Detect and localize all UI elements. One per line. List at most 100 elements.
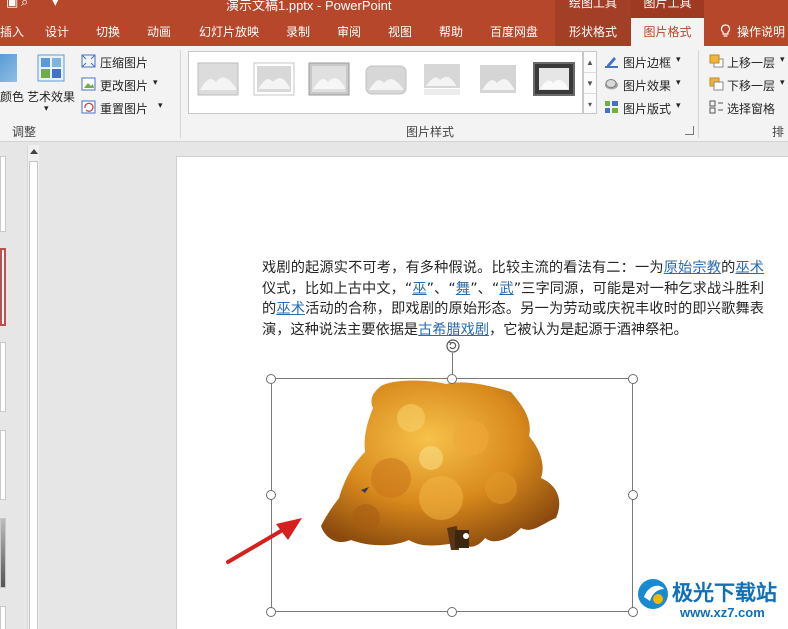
bring-forward-button[interactable]: 上移一层 xyxy=(727,54,775,71)
slide-thumbnail-pane xyxy=(0,142,47,629)
hyperlink[interactable]: 舞 xyxy=(456,281,470,297)
hyperlink[interactable]: 巫术 xyxy=(276,301,305,317)
slide-body-text[interactable]: 戏剧的起源实不可考，有多种假说。比较主流的看法有二：一为原始宗教的巫术仪式，比如… xyxy=(262,258,764,340)
hyperlink[interactable]: 原始宗教 xyxy=(664,260,721,276)
change-picture-dropdown-icon[interactable]: ▾ xyxy=(153,77,158,88)
customize-toolbar-icon[interactable]: ▾ xyxy=(52,0,59,10)
resize-handle[interactable] xyxy=(266,607,276,617)
picture-styles-gallery[interactable] xyxy=(188,51,583,114)
send-backward-dropdown-icon[interactable]: ▾ xyxy=(780,77,785,88)
style-thumbnail[interactable] xyxy=(365,62,407,96)
picture-border-dropdown-icon[interactable]: ▾ xyxy=(676,54,681,65)
picture-effects-icon[interactable] xyxy=(604,77,619,91)
color-icon[interactable] xyxy=(0,54,17,82)
picture-border-button[interactable]: 图片边框 xyxy=(623,54,671,71)
send-backward-icon[interactable] xyxy=(709,77,724,91)
compress-pictures-icon[interactable] xyxy=(81,54,96,68)
resize-handle[interactable] xyxy=(628,374,638,384)
selection-pane-icon[interactable] xyxy=(709,100,724,114)
watermark: 极光下载站 www.xz7.com xyxy=(628,573,788,629)
search-icon[interactable]: ⌕ xyxy=(21,0,28,10)
artistic-effects-label[interactable]: 艺术效果 xyxy=(27,88,75,105)
slide-thumbnail[interactable] xyxy=(0,156,6,232)
picture-border-icon[interactable] xyxy=(604,54,619,68)
compress-pictures-button[interactable]: 压缩图片 xyxy=(100,54,148,71)
tab-view[interactable]: 视图 xyxy=(388,18,412,46)
dialog-launcher-icon[interactable] xyxy=(685,126,694,135)
resize-handle[interactable] xyxy=(266,374,276,384)
hyperlink[interactable]: 古希腊戏剧 xyxy=(418,322,489,338)
group-separator xyxy=(698,50,699,138)
slide-thumbnail[interactable] xyxy=(0,430,6,500)
resize-handle[interactable] xyxy=(447,374,457,384)
gallery-down-icon[interactable]: ▼ xyxy=(584,73,596,94)
slide-thumbnail[interactable] xyxy=(0,606,6,629)
artistic-effects-icon[interactable] xyxy=(37,54,65,82)
hyperlink[interactable]: 武 xyxy=(499,281,513,297)
gallery-scroll[interactable]: ▲ ▼ ▾ xyxy=(583,51,597,114)
tab-insert[interactable]: 插入 xyxy=(0,18,24,46)
picture-tools-context-label: 图片工具 xyxy=(631,0,704,18)
style-thumbnail[interactable] xyxy=(308,62,350,96)
tab-animations[interactable]: 动画 xyxy=(147,18,171,46)
rotate-handle-icon[interactable] xyxy=(446,339,460,353)
artistic-effects-dropdown-icon[interactable]: ▾ xyxy=(44,103,49,114)
annotation-arrow-icon xyxy=(226,518,302,564)
drawing-tools-context-label: 绘图工具 xyxy=(555,0,631,18)
thumbnail-scrollbar[interactable] xyxy=(27,145,39,629)
hyperlink[interactable]: 巫术 xyxy=(735,260,764,276)
tab-picture-format[interactable]: 图片格式 xyxy=(631,18,704,46)
reset-picture-button[interactable]: 重置图片 xyxy=(100,100,148,117)
style-thumbnail[interactable] xyxy=(421,62,463,96)
picture-layout-button[interactable]: 图片版式 xyxy=(623,100,671,117)
tab-help[interactable]: 帮助 xyxy=(439,18,463,46)
reset-picture-icon[interactable] xyxy=(81,100,96,114)
bring-forward-dropdown-icon[interactable]: ▾ xyxy=(780,54,785,65)
scroll-up-icon[interactable] xyxy=(30,149,38,154)
picture-layout-icon[interactable] xyxy=(604,100,619,114)
change-picture-button[interactable]: 更改图片 xyxy=(100,77,148,94)
tab-design[interactable]: 设计 xyxy=(45,18,69,46)
slide-thumbnail-active[interactable] xyxy=(0,248,6,326)
group-separator xyxy=(180,50,181,138)
resize-handle[interactable] xyxy=(447,607,457,617)
tell-me-label: 操作说明 xyxy=(737,25,786,39)
picture-effects-button[interactable]: 图片效果 xyxy=(623,77,671,94)
tab-tell-me[interactable]: 操作说明 xyxy=(720,18,785,46)
ribbon-tabs: 插入 设计 切换 动画 幻灯片放映 录制 审阅 视图 帮助 百度网盘 形状格式 … xyxy=(0,18,788,46)
tab-transitions[interactable]: 切换 xyxy=(96,18,120,46)
reset-picture-dropdown-icon[interactable]: ▾ xyxy=(158,100,163,111)
quick-access-icon[interactable]: ▣ xyxy=(6,0,18,10)
tab-shape-format[interactable]: 形状格式 xyxy=(555,18,631,46)
style-thumbnail[interactable] xyxy=(477,62,519,96)
resize-handle[interactable] xyxy=(628,490,638,500)
style-thumbnail-selected[interactable] xyxy=(533,62,575,96)
title-bar: ▣ ⌕ ▾ 演示文稿1.pptx - PowerPoint 绘图工具 图片工具 xyxy=(0,0,788,18)
tab-review[interactable]: 审阅 xyxy=(337,18,361,46)
gallery-up-icon[interactable]: ▲ xyxy=(584,52,596,73)
text-run: 的 xyxy=(721,260,736,276)
watermark-url: www.xz7.com xyxy=(680,605,765,620)
tab-record[interactable]: 录制 xyxy=(286,18,310,46)
style-thumbnail[interactable] xyxy=(197,62,239,96)
scrollbar-thumb[interactable] xyxy=(29,161,38,629)
picture-effects-dropdown-icon[interactable]: ▾ xyxy=(676,77,681,88)
text-run: 戏剧的起源实不可考，有多种假说。比较主流的看法有二：一为 xyxy=(262,260,664,276)
resize-handle[interactable] xyxy=(266,490,276,500)
text-run: ”、“ xyxy=(426,280,456,297)
selection-pane-button[interactable]: 选择窗格 xyxy=(727,100,775,117)
tab-baidu-netdisk[interactable]: 百度网盘 xyxy=(490,18,538,46)
picture-layout-dropdown-icon[interactable]: ▾ xyxy=(676,100,681,111)
gallery-more-icon[interactable]: ▾ xyxy=(584,94,596,115)
bring-forward-icon[interactable] xyxy=(709,54,724,68)
picture-selection-frame[interactable] xyxy=(271,378,633,612)
ribbon: 颜色 艺术效果 ▾ 压缩图片 更改图片 ▾ 重置图片 ▾ 调整 ▲ ▼ ▾ 图片… xyxy=(0,46,788,156)
tab-slideshow[interactable]: 幻灯片放映 xyxy=(199,18,259,46)
slide-thumbnail[interactable] xyxy=(0,518,6,588)
change-picture-icon[interactable] xyxy=(81,77,96,91)
slide-thumbnail[interactable] xyxy=(0,342,6,412)
hyperlink[interactable]: 巫 xyxy=(412,281,426,297)
style-thumbnail[interactable] xyxy=(253,62,295,96)
color-button-label[interactable]: 颜色 xyxy=(0,88,24,105)
send-backward-button[interactable]: 下移一层 xyxy=(727,77,775,94)
